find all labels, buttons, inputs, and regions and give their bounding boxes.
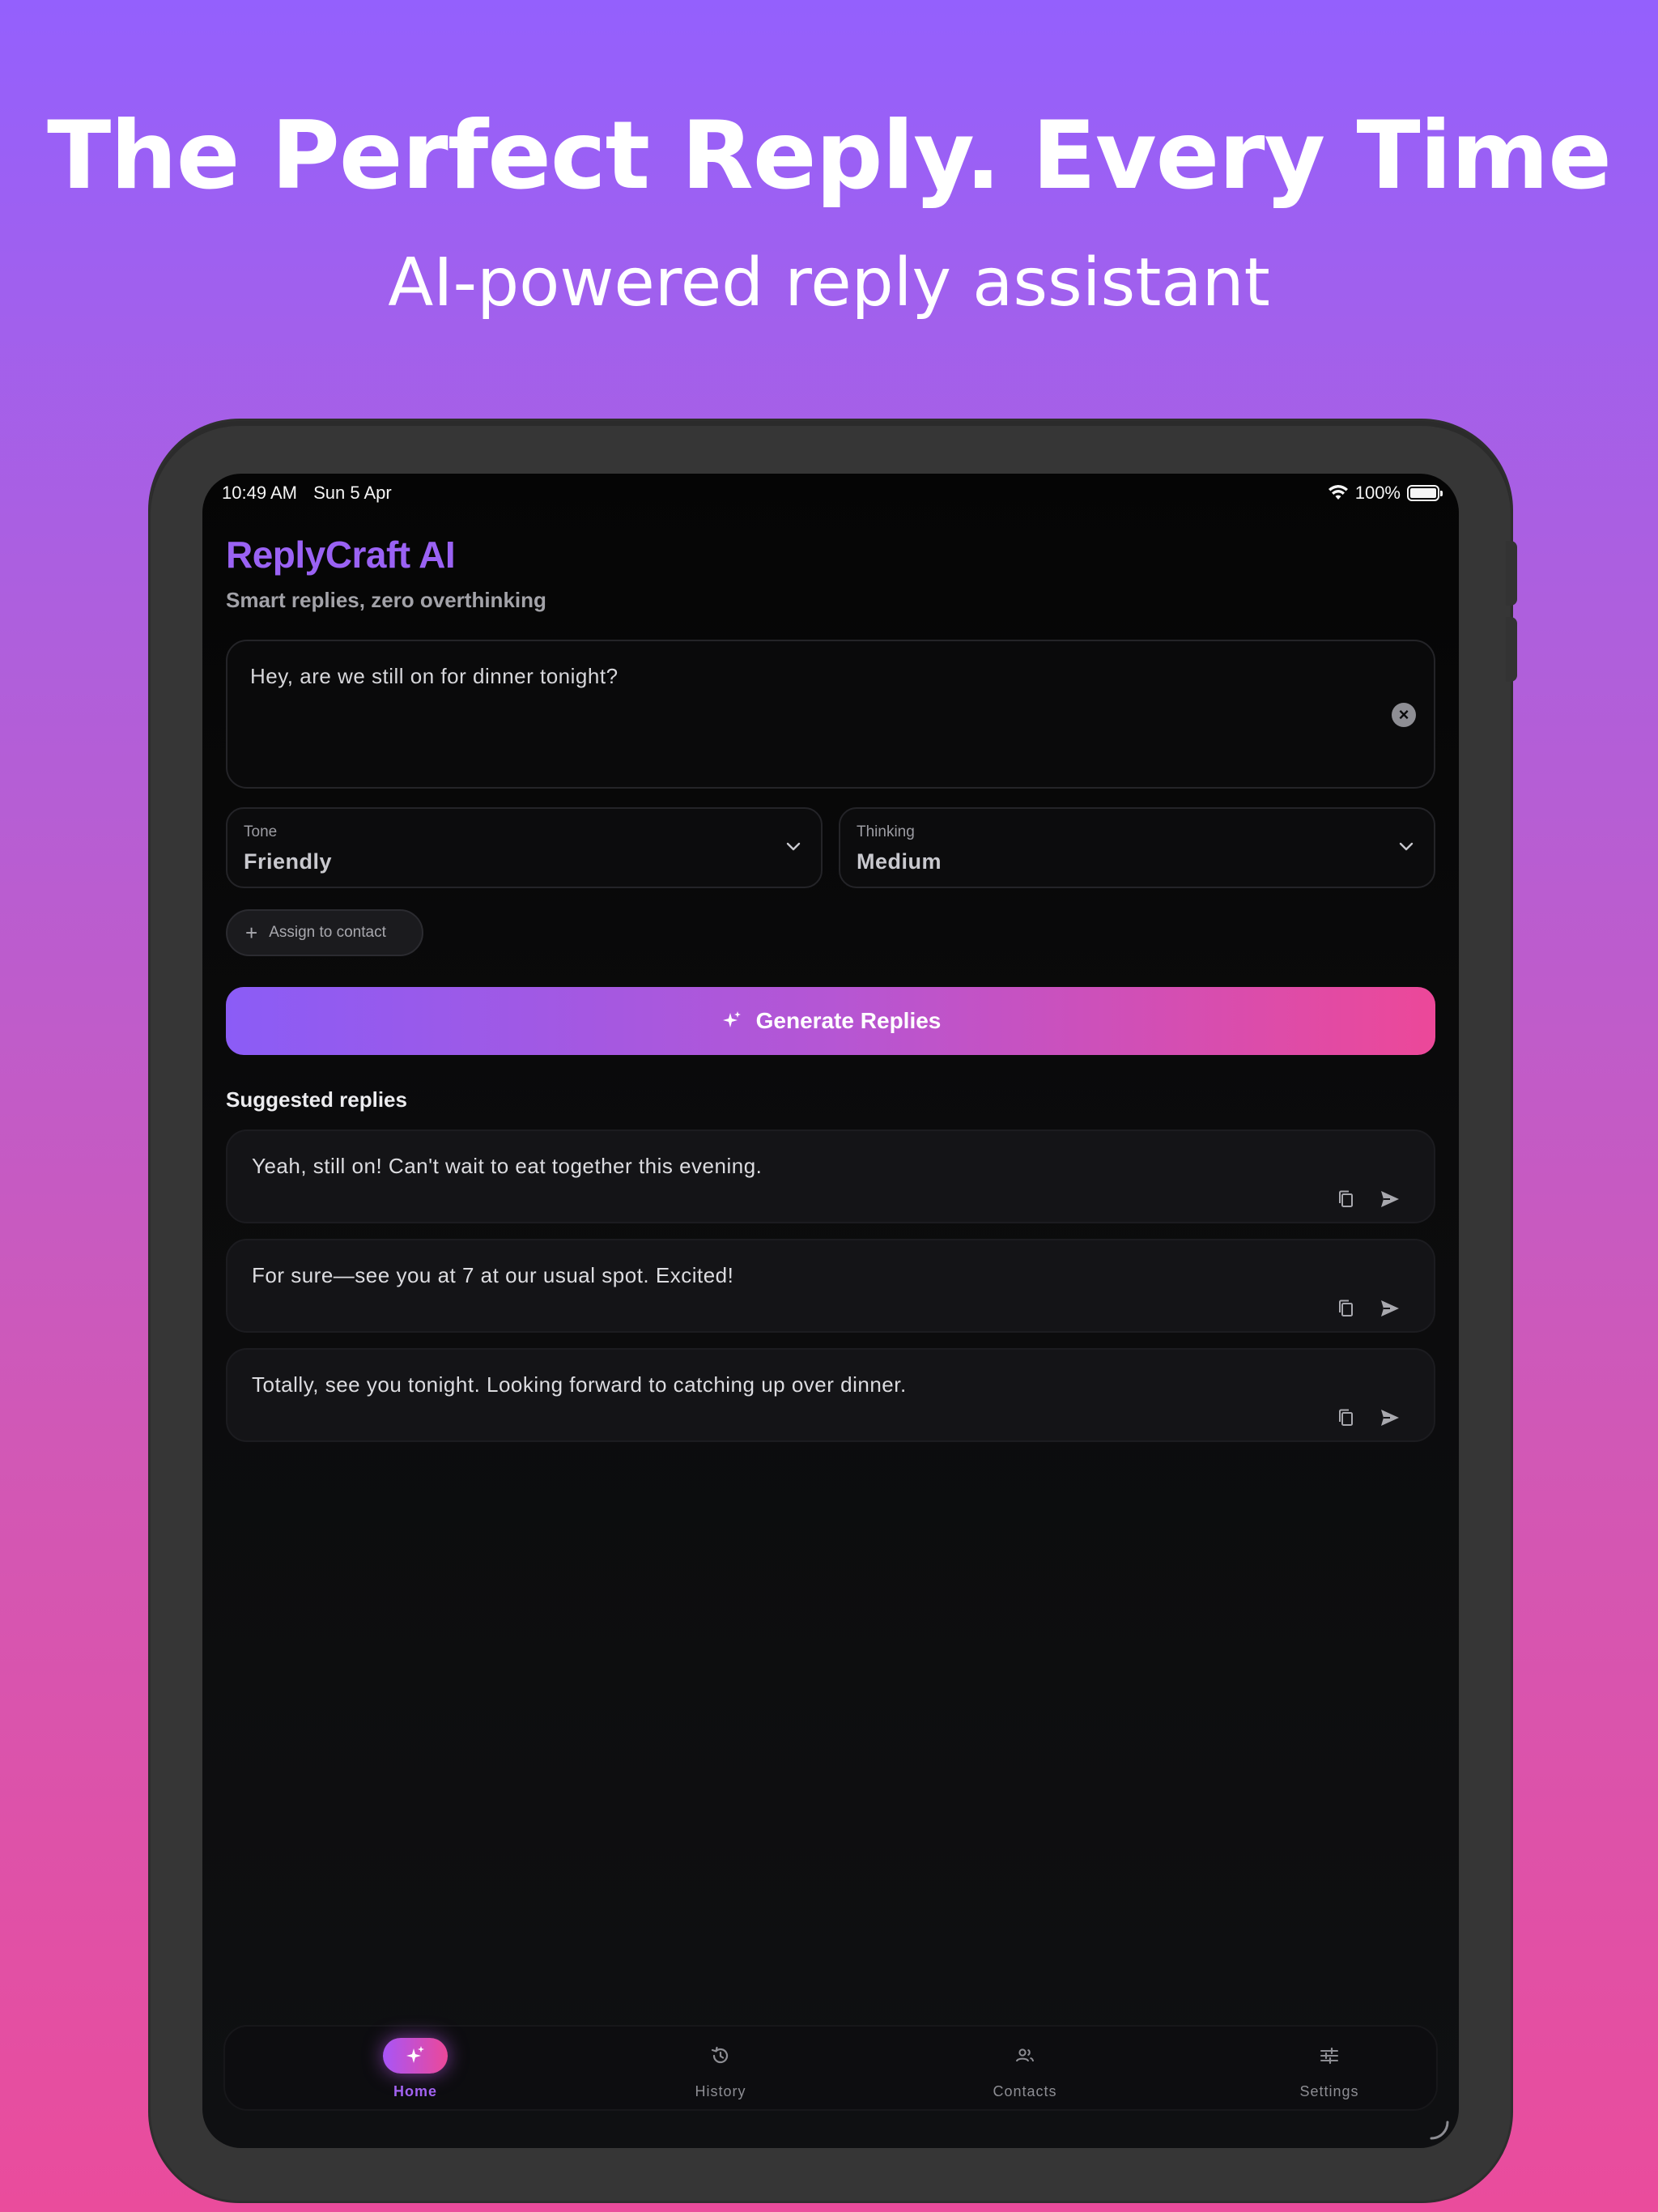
- reply-text: Yeah, still on! Can't wait to eat togeth…: [252, 1154, 763, 1178]
- battery-percent: 100%: [1354, 483, 1401, 503]
- nav-item-history[interactable]: History: [640, 2027, 801, 2112]
- nav-contacts-label: Contacts: [993, 2083, 1057, 2099]
- banner-subheadline: AI-powered reply assistant: [388, 245, 1270, 321]
- assign-label: Assign to contact: [269, 924, 386, 941]
- app-title: ReplyCraft AI: [226, 534, 456, 576]
- nav-home-pill: [383, 2038, 448, 2074]
- message-input-value: Hey, are we still on for dinner tonight?: [250, 664, 619, 688]
- app-screen: 10:49 AM Sun 5 Apr 100% ReplyCraft AI Sm…: [202, 474, 1459, 2148]
- copy-icon[interactable]: [1335, 1297, 1358, 1320]
- chevron-down-icon: [1399, 842, 1414, 851]
- thinking-value: Medium: [857, 849, 942, 874]
- send-icon[interactable]: [1379, 1188, 1401, 1210]
- suggested-replies-title: Suggested replies: [226, 1087, 407, 1112]
- nav-item-settings[interactable]: Settings: [1248, 2027, 1410, 2112]
- send-icon[interactable]: [1379, 1406, 1401, 1429]
- chevron-down-icon: [786, 842, 801, 851]
- resize-handle-icon: [1430, 2121, 1449, 2140]
- tone-label: Tone: [244, 823, 278, 840]
- battery-icon: [1407, 485, 1443, 501]
- clear-icon[interactable]: ×: [1392, 703, 1416, 727]
- history-icon: [711, 2046, 729, 2064]
- reply-text: For sure—see you at 7 at our usual spot.…: [252, 1263, 734, 1287]
- nav-item-home[interactable]: Home: [334, 2027, 496, 2112]
- generate-label: Generate Replies: [755, 1008, 942, 1033]
- reply-card[interactable]: Yeah, still on! Can't wait to eat togeth…: [226, 1129, 1435, 1223]
- reply-text: Totally, see you tonight. Looking forwar…: [252, 1372, 907, 1397]
- generate-replies-button[interactable]: Generate Replies: [226, 987, 1435, 1055]
- assign-to-contact-button[interactable]: + Assign to contact: [226, 909, 423, 956]
- tone-value: Friendly: [244, 849, 333, 874]
- nav-history-label: History: [695, 2083, 746, 2099]
- status-time: 10:49 AM: [222, 483, 297, 503]
- reply-card[interactable]: For sure—see you at 7 at our usual spot.…: [226, 1239, 1435, 1333]
- status-bar: 10:49 AM Sun 5 Apr 100%: [202, 474, 1459, 513]
- plus-icon: +: [245, 921, 258, 945]
- banner-headline: The Perfect Reply. Every Time: [47, 101, 1612, 211]
- contacts-icon: [1016, 2048, 1034, 2062]
- volume-down-button: [1506, 617, 1517, 682]
- wifi-icon: [1328, 485, 1348, 500]
- copy-icon[interactable]: [1335, 1406, 1358, 1429]
- reply-card[interactable]: Totally, see you tonight. Looking forwar…: [226, 1348, 1435, 1442]
- copy-icon[interactable]: [1335, 1188, 1358, 1210]
- nav-home-label: Home: [393, 2083, 437, 2099]
- sliders-icon: [1320, 2047, 1338, 2065]
- sparkles-icon: [406, 2046, 424, 2063]
- tone-select[interactable]: Tone Friendly: [226, 807, 823, 888]
- message-input[interactable]: Hey, are we still on for dinner tonight?…: [226, 640, 1435, 789]
- volume-up-button: [1506, 541, 1517, 606]
- bottom-nav: Home History Contacts Settings: [223, 2025, 1438, 2111]
- nav-settings-label: Settings: [1299, 2083, 1359, 2099]
- app-subtitle: Smart replies, zero overthinking: [226, 588, 546, 612]
- send-icon[interactable]: [1379, 1297, 1401, 1320]
- thinking-label: Thinking: [857, 823, 915, 840]
- sparkles-icon: [722, 1011, 741, 1027]
- thinking-select[interactable]: Thinking Medium: [839, 807, 1435, 888]
- status-date: Sun 5 Apr: [313, 483, 392, 503]
- nav-item-contacts[interactable]: Contacts: [944, 2027, 1106, 2112]
